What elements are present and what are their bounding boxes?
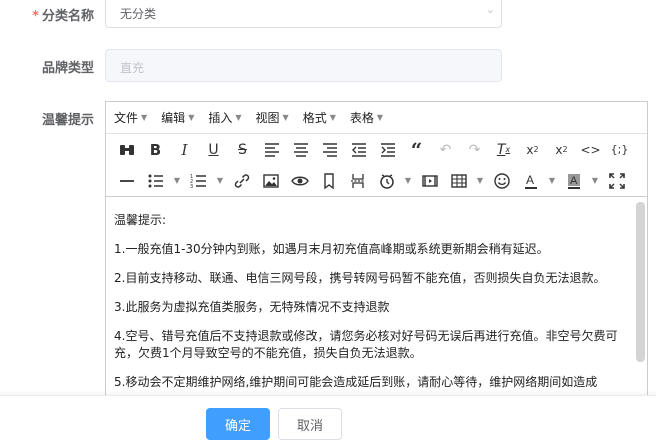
tips-label: 温馨提示 <box>41 113 94 128</box>
background-color-icon[interactable]: A <box>559 169 588 193</box>
content-paragraph: 4.空号、错号充值后不支持退款或修改，请您务必核对好号码无误后再进行充值。非空号… <box>114 329 618 360</box>
content-paragraph: 温馨提示: <box>114 213 167 227</box>
dialog-footer: 确定 取消 <box>0 395 656 447</box>
numbered-list-icon[interactable]: 123 <box>184 169 213 193</box>
italic-icon[interactable]: I <box>170 138 199 162</box>
brand-type-input: 直充 <box>105 49 502 82</box>
code-icon[interactable]: <> <box>576 138 605 162</box>
content-paragraph: 5.移动会不定期维护网络,维护期间可能会造成延后到账，请耐心等待，维护网络期间如… <box>114 375 598 389</box>
chevron-down-icon: ⌄ <box>485 3 495 16</box>
text-color-icon[interactable]: A <box>516 169 545 193</box>
content-paragraph: 1.一般充值1-30分钟内到账，如遇月末月初充值高峰期或系统更新期会稍有延迟。 <box>114 242 549 256</box>
subscript-icon[interactable]: x2 <box>518 138 547 162</box>
emoticon-icon[interactable] <box>487 169 516 193</box>
content-paragraph: 2.目前支持移动、联通、电信三网号段，携号转网号码暂不能充值，否则损失自负无法退… <box>114 271 606 285</box>
menu-file[interactable]: 文件 ▼ <box>114 109 147 126</box>
blockquote-icon[interactable]: “ <box>402 138 431 162</box>
category-label: * 分类名称 <box>32 9 94 24</box>
editor-toolbar-row-1: B I U S “ ↶ ↷ Tx x2 x2 <> {;} <box>106 134 647 165</box>
preview-icon[interactable] <box>285 169 314 193</box>
editor-toolbar-row-2: ▼ 123 ▼ ▼ ▼ A ▼ A ▼ <box>106 165 647 197</box>
indent-icon[interactable] <box>373 138 402 162</box>
editor-content[interactable]: 温馨提示: 1.一般充值1-30分钟内到账，如遇月末月初充值高峰期或系统更新期会… <box>106 198 633 400</box>
caret-down-icon: ▼ <box>235 113 242 122</box>
outdent-icon[interactable] <box>344 138 373 162</box>
table-icon[interactable] <box>444 169 473 193</box>
caret-down-icon[interactable]: ▼ <box>170 176 184 185</box>
menu-insert[interactable]: 插入 ▼ <box>208 109 241 126</box>
menu-format[interactable]: 格式 ▼ <box>303 109 336 126</box>
superscript-icon[interactable]: x2 <box>547 138 576 162</box>
menu-edit[interactable]: 编辑 ▼ <box>161 109 194 126</box>
fullscreen-icon[interactable] <box>602 169 631 193</box>
confirm-button[interactable]: 确定 <box>206 408 270 440</box>
clock-icon[interactable] <box>372 169 401 193</box>
brand-type-label: 品牌类型 <box>41 61 94 76</box>
content-paragraph: 3.此服务为虚拟充值类服务，无特殊情况不支持退款 <box>114 300 390 314</box>
page-break-icon[interactable] <box>343 169 372 193</box>
link-icon[interactable] <box>227 169 256 193</box>
undo-icon[interactable]: ↶ <box>431 138 460 162</box>
underline-icon[interactable]: U <box>199 138 228 162</box>
bookmark-icon[interactable] <box>314 169 343 193</box>
category-select-value: 无分类 <box>120 7 157 21</box>
clear-format-icon[interactable]: Tx <box>489 138 518 162</box>
rich-text-editor[interactable]: 文件 ▼ 编辑 ▼ 插入 ▼ 视图 ▼ 格式 ▼ 表格 ▼ B I U S “ ↶ ↷ Tx… <box>105 101 648 401</box>
caret-down-icon[interactable]: ▼ <box>473 176 487 185</box>
brand-type-placeholder: 直充 <box>120 61 145 75</box>
align-right-icon[interactable] <box>315 138 344 162</box>
caret-down-icon: ▼ <box>282 113 289 122</box>
svg-text:A: A <box>526 173 534 187</box>
code-sample-icon[interactable]: {;} <box>605 138 634 162</box>
caret-down-icon: ▼ <box>376 113 384 122</box>
find-replace-icon[interactable] <box>112 138 141 162</box>
category-select[interactable]: 无分类 ⌄ <box>105 0 502 28</box>
editor-menubar: 文件 ▼ 编辑 ▼ 插入 ▼ 视图 ▼ 格式 ▼ 表格 ▼ <box>106 102 647 134</box>
media-icon[interactable] <box>415 169 444 193</box>
redo-icon[interactable]: ↷ <box>460 138 489 162</box>
bullet-list-icon[interactable] <box>141 169 170 193</box>
editor-scrollbar[interactable] <box>636 202 645 362</box>
caret-down-icon[interactable]: ▼ <box>588 176 602 185</box>
horizontal-rule-icon[interactable] <box>112 169 141 193</box>
menu-view[interactable]: 视图 ▼ <box>256 109 289 126</box>
align-left-icon[interactable] <box>257 138 286 162</box>
svg-text:3: 3 <box>190 184 193 190</box>
caret-down-icon[interactable]: ▼ <box>213 176 227 185</box>
caret-down-icon: ▼ <box>188 113 195 122</box>
cancel-button[interactable]: 取消 <box>278 408 342 440</box>
bold-icon[interactable]: B <box>141 138 170 162</box>
caret-down-icon: ▼ <box>141 113 148 122</box>
menu-table[interactable]: 表格 ▼ <box>350 109 383 126</box>
svg-text:A: A <box>570 175 578 187</box>
caret-down-icon: ▼ <box>329 113 336 122</box>
caret-down-icon[interactable]: ▼ <box>545 176 559 185</box>
caret-down-icon[interactable]: ▼ <box>401 176 415 185</box>
align-center-icon[interactable] <box>286 138 315 162</box>
image-icon[interactable] <box>256 169 285 193</box>
strikethrough-icon[interactable]: S <box>228 138 257 162</box>
